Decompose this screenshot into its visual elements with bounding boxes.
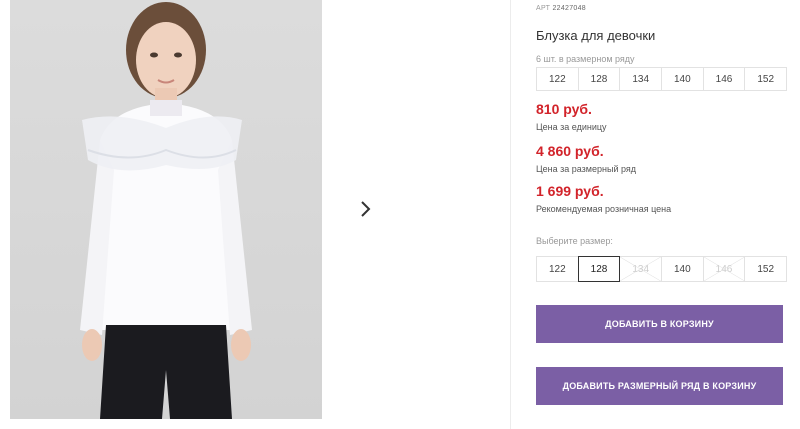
size-option-152[interactable]: 152 [744,256,788,282]
add-pack-to-cart-button[interactable]: ДОБАВИТЬ РАЗМЕРНЫЙ РЯД В КОРЗИНУ [536,367,783,405]
size-option-128[interactable]: 128 [577,256,621,282]
pack-size-cell: 134 [619,67,663,91]
pack-price-note: Цена за размерный ряд [536,164,637,174]
pack-size-label: 6 шт. в размерном ряду [536,54,635,64]
pack-size-row: 122 128 134 140 146 152 [536,67,788,91]
retail-price-note: Рекомендуемая розничная цена [536,204,672,214]
unavailable-cross-icon [703,257,745,281]
add-to-cart-button[interactable]: ДОБАВИТЬ В КОРЗИНУ [536,305,783,343]
panel-divider [510,0,511,429]
size-option-134[interactable]: 134 [619,256,663,282]
retail-price: 1 699 руб. [536,183,604,199]
unavailable-cross-icon [620,257,662,281]
pack-size-cell: 128 [577,67,621,91]
unit-price-note: Цена за единицу [536,122,607,132]
pack-size-cell: 152 [744,67,788,91]
size-option-146[interactable]: 146 [702,256,746,282]
product-sku: АРТ 22427048 [536,5,586,12]
pack-size-cell: 146 [702,67,746,91]
pack-size-cell: 122 [536,67,579,91]
sku-prefix: АРТ [536,5,551,12]
sku-number: 22427048 [552,5,586,12]
size-option-122[interactable]: 122 [536,256,579,282]
unit-price: 810 руб. [536,101,592,117]
size-option-140[interactable]: 140 [661,256,704,282]
chevron-right-icon [361,201,371,217]
product-title: Блузка для девочки [536,28,656,43]
pack-size-cell: 140 [661,67,704,91]
pack-price: 4 860 руб. [536,143,604,159]
product-gallery [0,0,510,429]
next-image-button[interactable] [346,190,384,228]
size-selector: 122 128 134 140 146 152 [536,256,788,282]
choose-size-label: Выберите размер: [536,236,613,246]
product-photo [10,0,322,419]
